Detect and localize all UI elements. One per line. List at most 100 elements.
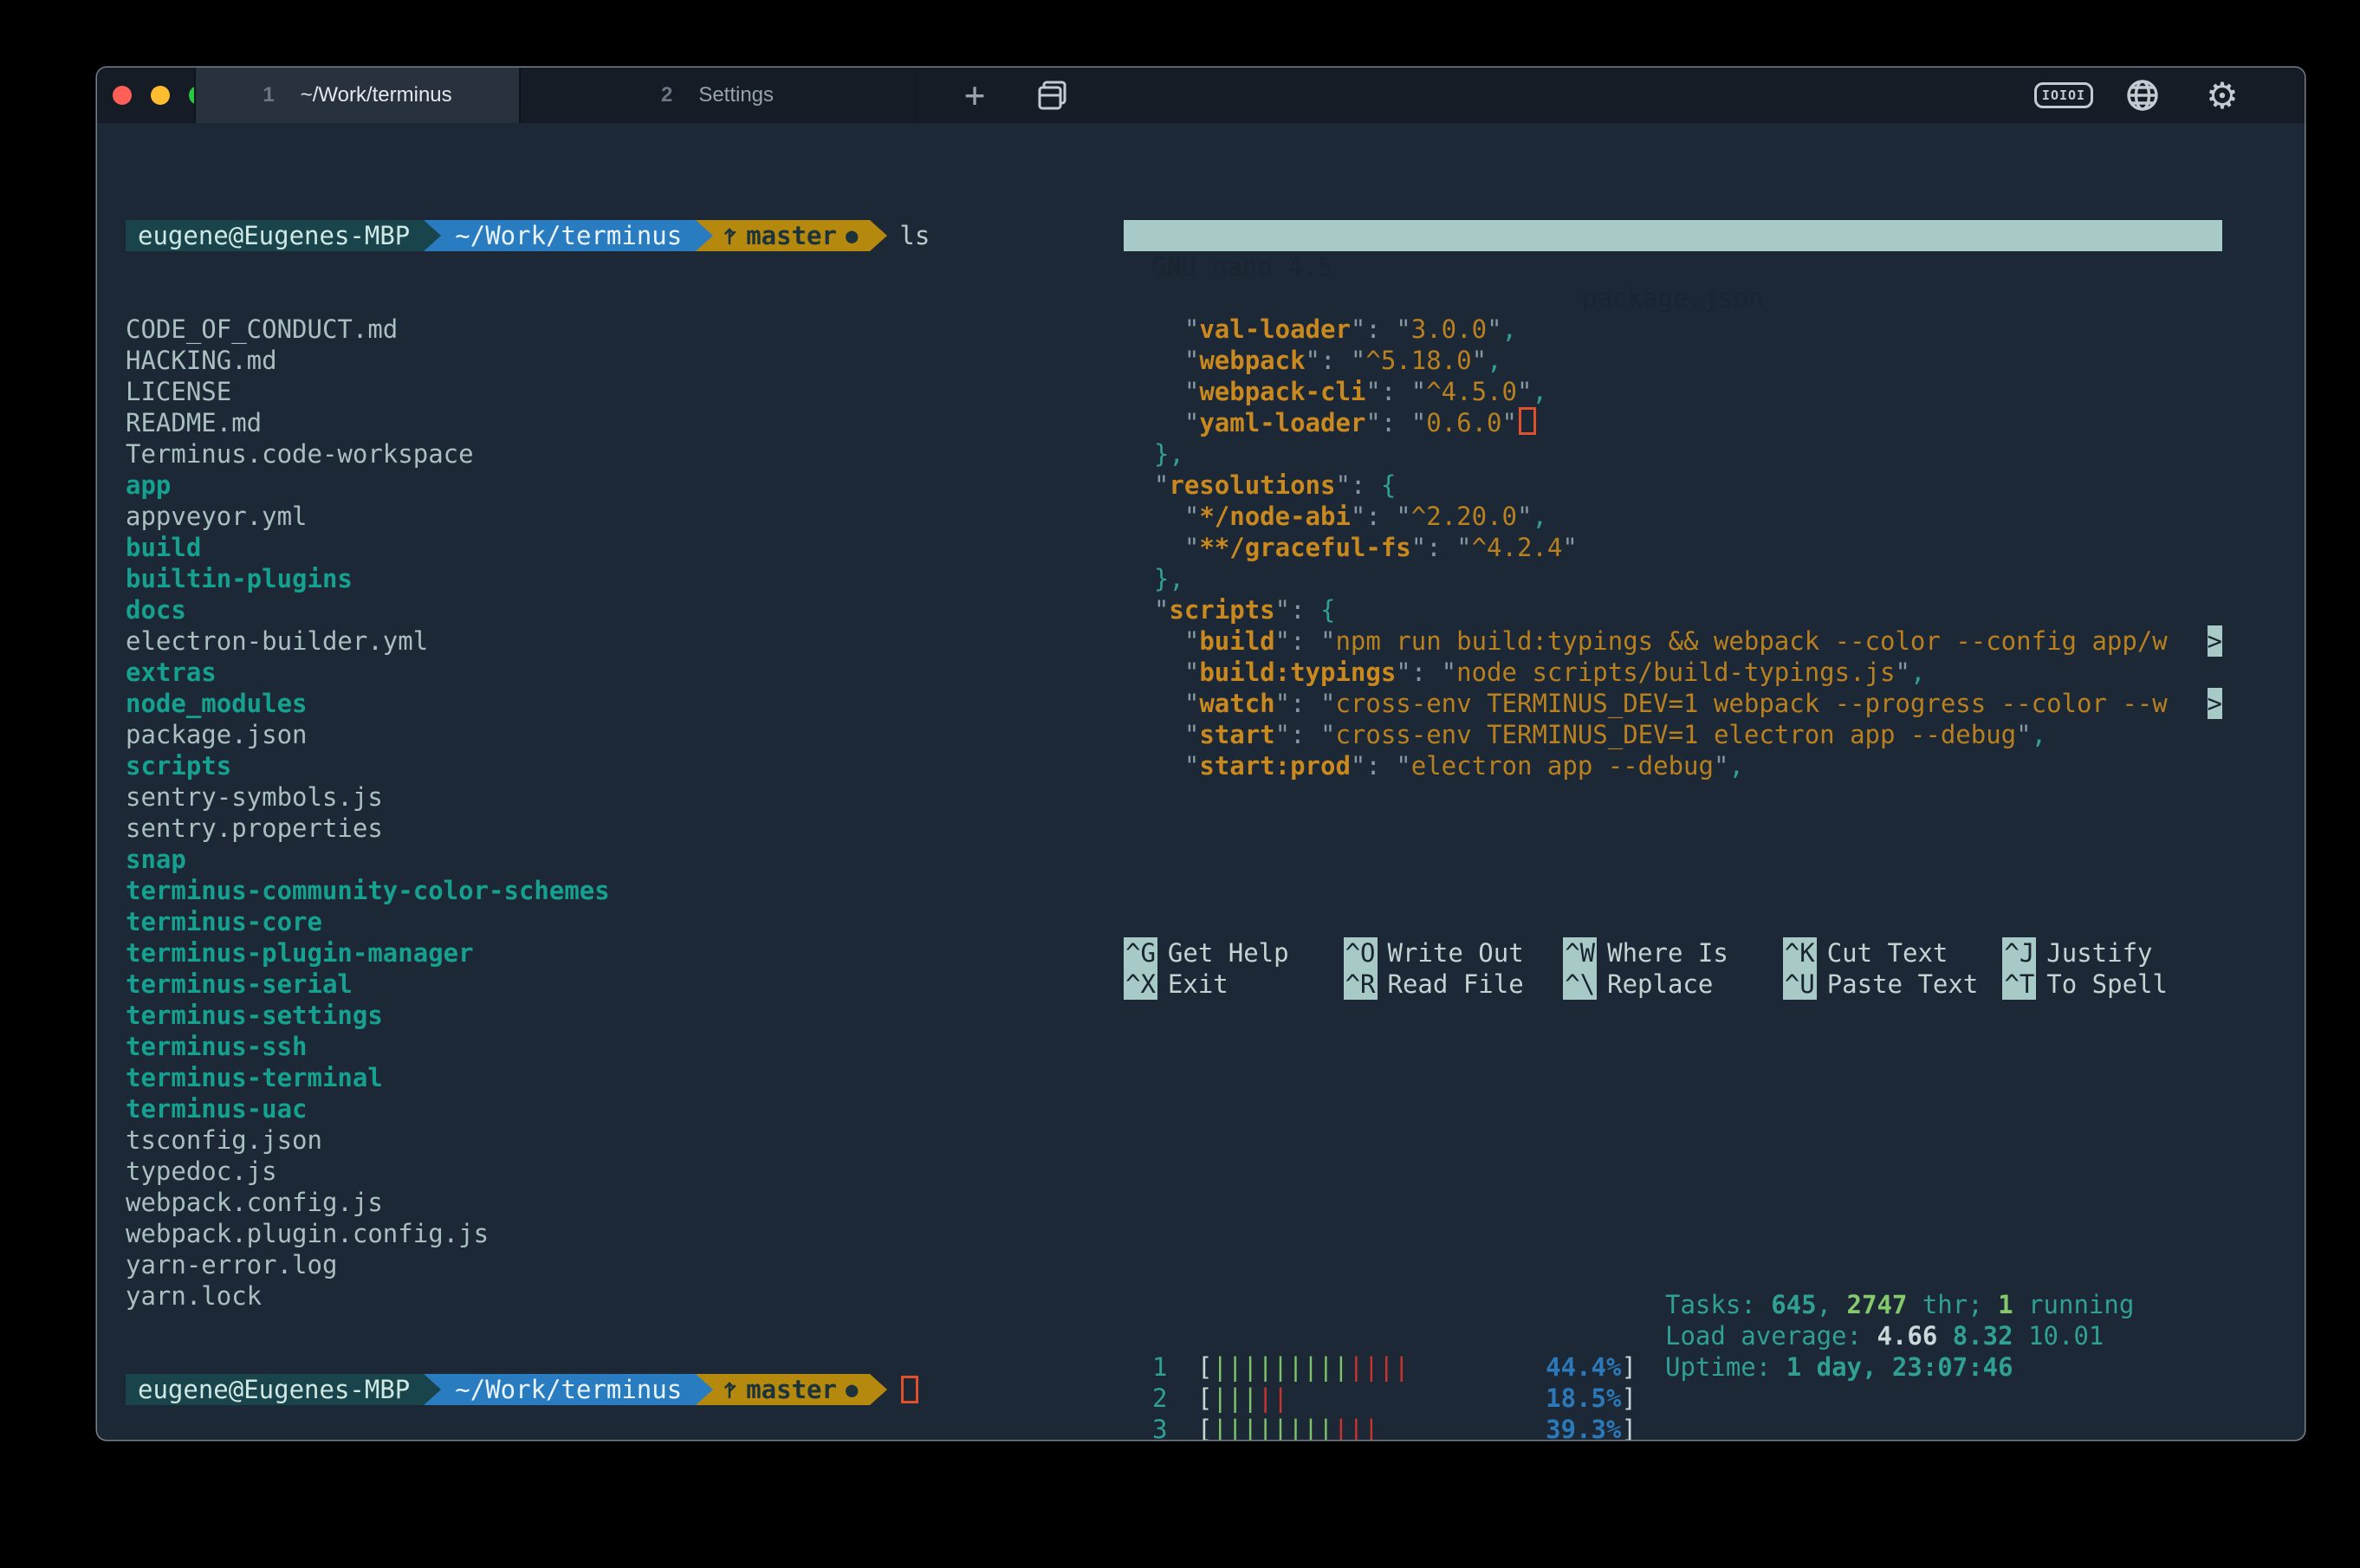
htop-panel: 1[|||||||||||||44.4%]2[|||||18.5%]3[||||… bbox=[1124, 1227, 2222, 1440]
meter-label: 1 bbox=[1152, 1351, 1197, 1383]
powerline-arrow-icon bbox=[870, 1374, 887, 1405]
nano-line: }, bbox=[1124, 563, 2222, 594]
git-branch-name: master bbox=[746, 1374, 837, 1405]
desktop-background: 1 ~/Work/terminus 2 Settings + IOIOI bbox=[0, 0, 2360, 1568]
dir-entry: app bbox=[126, 470, 1113, 501]
dir-entry: node_modules bbox=[126, 688, 1113, 719]
shortcut-key: ^W bbox=[1563, 937, 1597, 969]
htop-summary: Tasks: 645, 2747 thr; 1 runningLoad aver… bbox=[1665, 1289, 2134, 1383]
nano-shortcut: ^G Get Help bbox=[1124, 937, 1344, 969]
duplicate-window-button[interactable] bbox=[1026, 68, 1080, 123]
tab-bar: 1 ~/Work/terminus 2 Settings + IOIOI bbox=[97, 68, 2305, 123]
meter-bar: |||||||||||39.3% bbox=[1212, 1414, 1621, 1440]
prompt-user-host: eugene@Eugenes-MBP bbox=[126, 1374, 424, 1405]
nano-shortcut: ^RRead File bbox=[1344, 969, 1564, 1000]
nano-line: "webpack-cli": "^4.5.0", bbox=[1124, 376, 2222, 407]
file-entry: webpack.plugin.config.js bbox=[126, 1218, 1113, 1249]
spacer bbox=[1124, 1062, 2222, 1164]
dir-entry: builtin-plugins bbox=[126, 563, 1113, 594]
dir-entry: extras bbox=[126, 657, 1113, 688]
dir-entry: terminus-uac bbox=[126, 1093, 1113, 1124]
dir-entry: terminus-terminal bbox=[126, 1062, 1113, 1093]
shortcut-label: Replace bbox=[1607, 969, 1713, 1000]
nano-shortcut: ^T To Spell bbox=[2002, 969, 2222, 1000]
shortcut-label: Read File bbox=[1388, 969, 1524, 1000]
nano-filename: package.json bbox=[1124, 282, 2222, 314]
prompt-git-segment: master● bbox=[713, 1374, 870, 1405]
dir-entry: terminus-settings bbox=[126, 1000, 1113, 1031]
shell-prompt: eugene@Eugenes-MBP~/Work/terminusmaster●… bbox=[126, 220, 1113, 251]
spacer bbox=[1124, 844, 2222, 875]
nano-line: }, bbox=[1124, 438, 2222, 470]
file-entry: yarn.lock bbox=[126, 1280, 1113, 1312]
file-entry: CODE_OF_CONDUCT.md bbox=[126, 314, 1113, 345]
git-branch-icon bbox=[722, 1378, 737, 1401]
line-continues-icon: > bbox=[2208, 688, 2222, 719]
file-entry: package.json bbox=[126, 719, 1113, 750]
file-entry: appveyor.yml bbox=[126, 501, 1113, 532]
nano-line: "val-loader": "3.0.0", bbox=[1124, 314, 2222, 345]
shortcut-label: Write Out bbox=[1388, 937, 1524, 969]
nano-line: "**/graceful-fs": "^4.2.4" bbox=[1124, 532, 2222, 563]
terminal-pane-left[interactable]: eugene@Eugenes-MBP~/Work/terminusmaster●… bbox=[126, 158, 1113, 1440]
meter-2: 2[|||||18.5%] bbox=[1152, 1383, 2222, 1414]
globe-icon bbox=[2123, 76, 2162, 114]
file-entry: webpack.config.js bbox=[126, 1187, 1113, 1218]
terminal-pane-right[interactable]: GNU nano 4.5 package.json "val-loader": … bbox=[1124, 158, 2222, 1440]
prompt-user-host: eugene@Eugenes-MBP bbox=[126, 220, 424, 251]
shortcut-label: Get Help bbox=[1168, 937, 1289, 969]
dir-entry: terminus-community-color-schemes bbox=[126, 875, 1113, 906]
nano-shortcut: ^UPaste Text bbox=[1783, 969, 2003, 1000]
file-entry: sentry.properties bbox=[126, 813, 1113, 844]
close-button[interactable] bbox=[113, 86, 132, 105]
file-entry: typedoc.js bbox=[126, 1156, 1113, 1187]
nano-line: "watch": "cross-env TERMINUS_DEV=1 webpa… bbox=[1124, 688, 2222, 719]
nano-line: "resolutions": { bbox=[1124, 470, 2222, 501]
file-entry: electron-builder.yml bbox=[126, 625, 1113, 657]
git-dirty-icon: ● bbox=[846, 220, 858, 251]
nano-shortcut-row: ^XExit^RRead File^\Replace^UPaste Text^T… bbox=[1124, 969, 2222, 1000]
plus-icon: + bbox=[964, 75, 985, 115]
shortcut-key: ^X bbox=[1124, 969, 1157, 1000]
file-entry: yarn-error.log bbox=[126, 1249, 1113, 1280]
meter-bar: |||||18.5% bbox=[1212, 1383, 1621, 1414]
prompt-cwd: ~/Work/terminus bbox=[441, 1374, 696, 1405]
shortcut-key: ^T bbox=[2002, 969, 2036, 1000]
shortcut-key: ^U bbox=[1783, 969, 1817, 1000]
shortcut-key: ^O bbox=[1344, 937, 1378, 969]
tab-settings[interactable]: 2 Settings bbox=[519, 68, 917, 123]
minimize-button[interactable] bbox=[151, 86, 170, 105]
nano-version: GNU nano 4.5 bbox=[1151, 251, 1333, 282]
dir-entry: terminus-ssh bbox=[126, 1031, 1113, 1062]
tab-title: ~/Work/terminus bbox=[301, 83, 452, 107]
powerline-arrow-icon bbox=[424, 220, 441, 251]
new-tab-button[interactable]: + bbox=[950, 68, 999, 123]
file-entry: Terminus.code-workspace bbox=[126, 438, 1113, 470]
nano-shortcut: ^XExit bbox=[1124, 969, 1344, 1000]
shortcut-label: Justify bbox=[2046, 937, 2152, 969]
shortcut-label: To Spell bbox=[2046, 969, 2168, 1000]
prompt-line: eugene@Eugenes-MBP ~/Work/terminus master● bbox=[126, 1374, 1113, 1405]
nano-line: "webpack": "^5.18.0", bbox=[1124, 345, 2222, 376]
nano-shortcut: ^O Write Out bbox=[1344, 937, 1564, 969]
settings-button[interactable]: ⚙ bbox=[2193, 68, 2252, 123]
gear-icon: ⚙ bbox=[2206, 75, 2239, 117]
meter-label: 3 bbox=[1152, 1414, 1197, 1440]
file-entry: LICENSE bbox=[126, 376, 1113, 407]
tab-number: 1 bbox=[263, 83, 274, 107]
htop-summary-line: Tasks: 645, 2747 thr; 1 running bbox=[1665, 1289, 2134, 1320]
powerline-arrow-icon bbox=[696, 220, 713, 251]
tab-number: 2 bbox=[661, 83, 672, 107]
tab-work-terminus[interactable]: 1 ~/Work/terminus bbox=[194, 68, 521, 123]
nano-line: "start:prod": "electron app --debug", bbox=[1124, 750, 2222, 781]
dir-entry: scripts bbox=[126, 750, 1113, 781]
shortcut-label: Cut Text bbox=[1827, 937, 1948, 969]
file-entry: tsconfig.json bbox=[126, 1124, 1113, 1156]
ssh-connections-button[interactable] bbox=[2113, 68, 2172, 123]
tab-title: Settings bbox=[698, 83, 774, 107]
serial-connections-button[interactable]: IOIOI bbox=[2033, 68, 2095, 123]
htop-summary-line: Uptime: 1 day, 23:07:46 bbox=[1665, 1351, 2134, 1383]
shortcut-key: ^G bbox=[1124, 937, 1157, 969]
meter-bar: |||||||||||||44.4% bbox=[1212, 1351, 1621, 1383]
terminus-window: 1 ~/Work/terminus 2 Settings + IOIOI bbox=[97, 68, 2305, 1440]
